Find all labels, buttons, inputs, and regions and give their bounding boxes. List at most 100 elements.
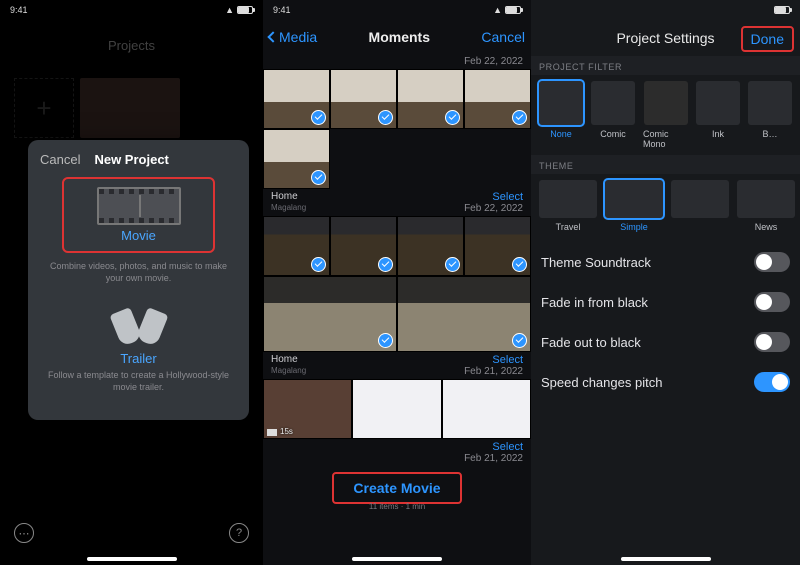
media-item[interactable] [263, 129, 330, 189]
media-item[interactable] [330, 69, 397, 129]
trailer-desc: Follow a template to create a Hollywood-… [46, 370, 231, 393]
sheet-title: New Project [94, 152, 168, 167]
battery-icon [774, 6, 790, 14]
movie-option[interactable]: Movie [62, 177, 215, 253]
projects-title: Projects [0, 38, 263, 53]
done-button[interactable]: Done [741, 26, 794, 52]
section-date: Feb 22, 2022 [464, 203, 523, 214]
chevron-left-icon [267, 31, 278, 42]
check-icon [378, 110, 393, 125]
battery-icon [505, 6, 521, 14]
media-item[interactable] [330, 216, 397, 276]
video-icon [267, 429, 277, 436]
trailer-option[interactable]: Trailer Follow a template to create a Ho… [40, 300, 237, 401]
toggle-speed-pitch[interactable] [754, 372, 790, 392]
nav-bar: Media Moments Cancel [263, 20, 531, 54]
media-item[interactable]: 15s [263, 379, 352, 439]
theme-item[interactable] [671, 180, 729, 232]
section-name: Home [271, 354, 298, 365]
new-project-placeholder[interactable]: + [14, 78, 74, 138]
media-item[interactable] [397, 216, 464, 276]
back-button[interactable]: Media [269, 29, 317, 45]
theme-travel[interactable]: Travel [539, 180, 597, 232]
check-icon [445, 257, 460, 272]
check-icon [311, 257, 326, 272]
filter-ink[interactable]: Ink [696, 81, 740, 149]
filter-scroller[interactable]: None Comic Comic Mono Ink B… [531, 75, 800, 155]
section-date: Feb 22, 2022 [464, 56, 523, 67]
cancel-button[interactable]: Cancel [481, 29, 525, 45]
status-bar: 9:41 ▲ [0, 0, 263, 20]
film-strip-icon [97, 187, 181, 225]
check-icon [512, 257, 527, 272]
check-icon [378, 257, 393, 272]
toggle-fade-out[interactable] [754, 332, 790, 352]
section-name: Home [271, 191, 298, 202]
section-sub: Magalang [271, 366, 306, 375]
nav-title: Moments [369, 29, 430, 45]
status-time: 9:41 [10, 5, 28, 15]
media-item[interactable] [397, 276, 531, 352]
media-item[interactable] [263, 69, 330, 129]
status-bar [531, 0, 800, 20]
theme-scroller[interactable]: Travel Simple News [531, 174, 800, 238]
check-icon [378, 333, 393, 348]
status-time: 9:41 [273, 5, 291, 15]
select-button[interactable]: Select [492, 441, 523, 453]
wifi-icon: ▲ [493, 5, 502, 15]
help-button[interactable]: ? [229, 523, 249, 543]
nav-bar: Project Settings Done [531, 20, 800, 56]
row-speed-pitch: Speed changes pitch [531, 362, 800, 402]
row-theme-soundtrack: Theme Soundtrack [531, 242, 800, 282]
project-thumbnail[interactable] [80, 78, 180, 138]
filter-comic-mono[interactable]: Comic Mono [643, 81, 688, 149]
media-item[interactable] [263, 216, 330, 276]
wifi-icon: ▲ [225, 5, 234, 15]
theme-label: THEME [531, 155, 800, 174]
more-button[interactable]: ⋯ [14, 523, 34, 543]
media-item[interactable] [464, 216, 531, 276]
media-item[interactable] [397, 69, 464, 129]
filter-more[interactable]: B… [748, 81, 792, 149]
media-item[interactable] [442, 379, 531, 439]
check-icon [512, 333, 527, 348]
row-fade-out: Fade out to black [531, 322, 800, 362]
toggle-soundtrack[interactable] [754, 252, 790, 272]
media-item[interactable] [464, 69, 531, 129]
create-movie-sub: 11 items · 1 min [263, 502, 531, 511]
media-grid [263, 69, 531, 189]
create-movie-button[interactable]: Create Movie [332, 472, 462, 504]
video-duration: 15s [280, 427, 293, 436]
new-project-sheet: Cancel New Project Movie Combine videos,… [28, 140, 249, 420]
filter-label: PROJECT FILTER [531, 56, 800, 75]
spotlight-icon [109, 308, 169, 348]
nav-title: Project Settings [616, 30, 714, 46]
home-indicator[interactable] [352, 557, 442, 561]
theme-news[interactable]: News [737, 180, 795, 232]
movie-label: Movie [121, 228, 156, 243]
check-icon [512, 110, 527, 125]
home-indicator[interactable] [621, 557, 711, 561]
settings-rows: Theme Soundtrack Fade in from black Fade… [531, 238, 800, 406]
status-bar: 9:41 ▲ [263, 0, 531, 20]
section-date: Feb 21, 2022 [464, 453, 523, 464]
trailer-label: Trailer [120, 351, 156, 366]
media-item[interactable] [263, 276, 397, 352]
toggle-fade-in[interactable] [754, 292, 790, 312]
battery-icon [237, 6, 253, 14]
select-button[interactable]: Select [492, 354, 523, 366]
row-fade-in: Fade in from black [531, 282, 800, 322]
screen-moments: 9:41 ▲ Media Moments Cancel Feb 22, 2022… [263, 0, 531, 565]
media-item[interactable] [352, 379, 441, 439]
cancel-button[interactable]: Cancel [40, 152, 80, 167]
screen-new-project: 9:41 ▲ Projects + Cancel New Project Mov… [0, 0, 263, 565]
filter-none[interactable]: None [539, 81, 583, 149]
home-indicator[interactable] [87, 557, 177, 561]
select-button[interactable]: Select [492, 191, 523, 203]
filter-comic[interactable]: Comic [591, 81, 635, 149]
section-date: Feb 21, 2022 [464, 366, 523, 377]
movie-desc: Combine videos, photos, and music to mak… [46, 261, 231, 284]
check-icon [445, 110, 460, 125]
check-icon [311, 110, 326, 125]
theme-simple[interactable]: Simple [605, 180, 663, 232]
